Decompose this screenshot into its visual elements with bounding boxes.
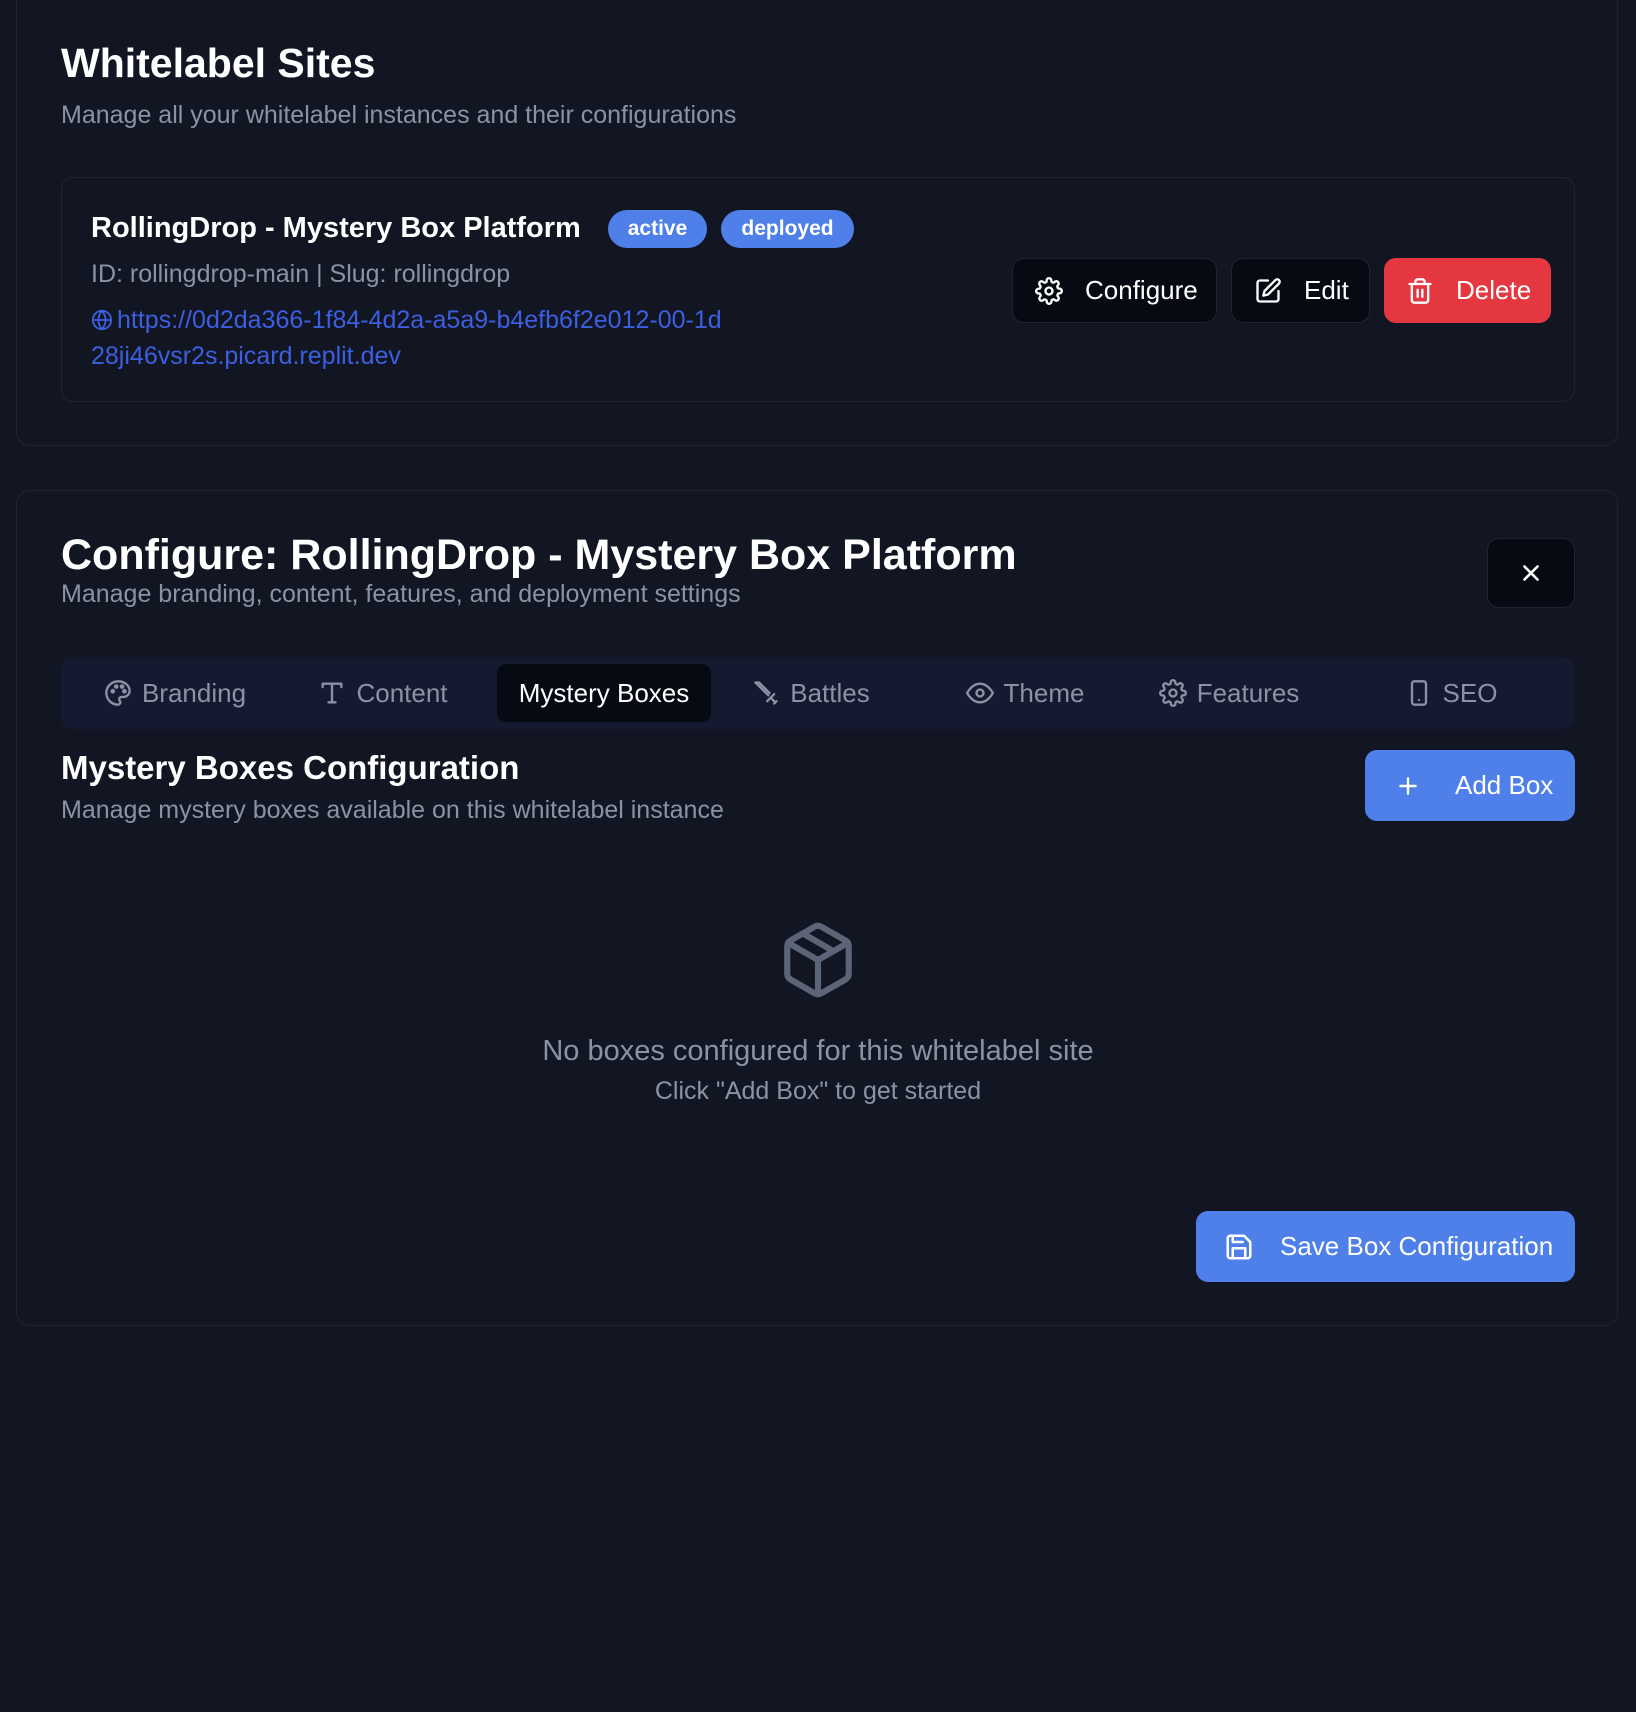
tab-label: Theme (1003, 677, 1085, 708)
site-url-text: https://0d2da366-1f84-4d2a-a5a9-b4efb6f2… (91, 306, 722, 370)
configure-button[interactable]: Configure (1012, 258, 1217, 323)
configure-title: Configure: RollingDrop - Mystery Box Pla… (61, 531, 1017, 579)
tab-branding[interactable]: Branding (75, 664, 275, 722)
configure-subtitle: Manage branding, content, features, and … (61, 580, 741, 608)
gear-icon (1158, 679, 1187, 707)
delete-button-label: Delete (1456, 275, 1532, 305)
configure-panel: Configure: RollingDrop - Mystery Box Pla… (16, 490, 1618, 1326)
save-box-configuration-button[interactable]: Save Box Configuration (1196, 1211, 1575, 1282)
type-icon (321, 682, 343, 704)
close-icon (1523, 565, 1539, 581)
status-badge-active: active (608, 210, 707, 248)
empty-state-title: No boxes configured for this whitelabel … (542, 1035, 1094, 1067)
section-title: Mystery Boxes Configuration (61, 749, 520, 786)
tab-content[interactable]: Content (283, 664, 483, 722)
status-badge-deployed: deployed (721, 210, 854, 248)
palette-icon (105, 680, 131, 706)
edit-button[interactable]: Edit (1231, 258, 1370, 323)
site-url-link[interactable]: https://0d2da366-1f84-4d2a-a5a9-b4efb6f2… (91, 302, 731, 374)
tab-label: Features (1196, 677, 1300, 708)
empty-state-icon-wrap (17, 919, 1619, 1006)
save-box-configuration-label: Save Box Configuration (1280, 1231, 1554, 1261)
config-tabs: Branding Content Mystery Boxes Battles T… (61, 657, 1575, 729)
whitelabel-sites-panel: Whitelabel Sites Manage all your whitela… (16, 0, 1618, 446)
swords-icon (754, 681, 778, 705)
page-title: Whitelabel Sites (61, 40, 376, 86)
trash-icon (1408, 277, 1432, 304)
save-icon (1226, 1234, 1252, 1259)
tab-label: Mystery Boxes (518, 677, 690, 708)
section-subtitle: Manage mystery boxes available on this w… (61, 796, 724, 824)
delete-button[interactable]: Delete (1384, 258, 1551, 323)
tab-label: Battles (790, 677, 870, 708)
add-box-label: Add Box (1455, 770, 1554, 800)
close-button[interactable] (1487, 538, 1575, 608)
site-card: RollingDrop - Mystery Box Platform activ… (61, 177, 1575, 402)
tab-label: Branding (141, 677, 247, 708)
site-meta: ID: rollingdrop-main | Slug: rollingdrop (91, 260, 511, 288)
page-subtitle: Manage all your whitelabel instances and… (61, 101, 737, 129)
edit-icon (1256, 277, 1281, 303)
empty-state-hint: Click "Add Box" to get started (654, 1077, 982, 1105)
site-name: RollingDrop - Mystery Box Platform (91, 212, 581, 244)
globe-icon (91, 309, 113, 331)
tab-label: SEO (1442, 677, 1498, 708)
add-box-button[interactable]: Add Box (1365, 750, 1575, 821)
gear-icon (1035, 276, 1063, 305)
smartphone-icon (1410, 680, 1427, 706)
tab-features[interactable]: Features (1129, 664, 1329, 722)
tab-theme[interactable]: Theme (925, 664, 1125, 722)
edit-button-label: Edit (1304, 275, 1349, 305)
tab-battles[interactable]: Battles (711, 664, 911, 722)
plus-icon (1399, 776, 1417, 795)
tab-label: Content (356, 677, 448, 708)
box-icon (784, 922, 852, 998)
tab-mystery-boxes[interactable]: Mystery Boxes (497, 664, 711, 722)
configure-button-label: Configure (1085, 275, 1198, 305)
eye-icon (965, 682, 994, 704)
tab-seo[interactable]: SEO (1351, 664, 1551, 722)
